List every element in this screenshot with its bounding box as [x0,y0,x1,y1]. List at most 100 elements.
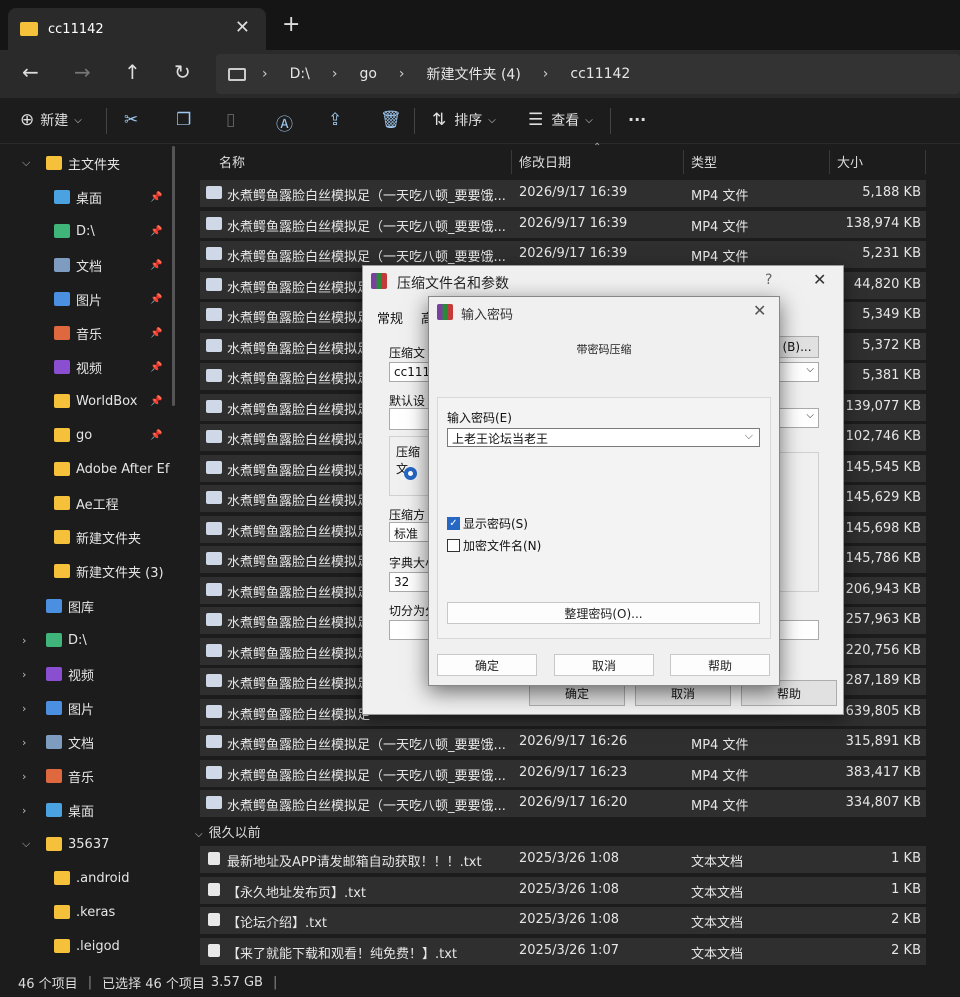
sidebar-item[interactable]: 新建文件夹 [0,523,172,551]
chevron-down-icon[interactable]: ⌵ [745,429,753,443]
sidebar-item[interactable]: 图库 [0,592,172,620]
split-unit-select[interactable] [775,620,819,640]
sidebar-item[interactable]: › 图片 [0,694,172,722]
sidebar-item[interactable]: › 音乐 [0,762,172,790]
sidebar-item[interactable]: › 视频 [0,660,172,688]
browse-button[interactable]: (B)... [775,336,819,358]
close-tab-icon[interactable]: ✕ [235,17,250,38]
sidebar-item[interactable]: 文档 📌 [0,251,172,279]
sidebar-item[interactable]: Adobe After Ef [0,455,172,483]
breadcrumb-cc11142[interactable]: cc11142 [570,66,630,82]
view-button[interactable]: ☰ 查看 ⌵ [528,110,593,130]
file-row[interactable]: 水煮鳄鱼露脸白丝模拟足（一天吃八顿_要要饿... 2026/9/17 16:39 M… [200,241,926,268]
paste-icon[interactable]: ▯ [226,110,235,130]
organize-passwords-button[interactable]: 整理密码(O)... [447,602,760,624]
sidebar-item-label: 音乐 [76,327,103,343]
breadcrumb-new-folder-4[interactable]: 新建文件夹 (4) [427,64,521,84]
chevron-right-icon[interactable]: › [22,770,26,783]
sidebar-scrollbar[interactable] [172,146,175,406]
sidebar-item[interactable]: › 桌面 [0,796,172,824]
sidebar-item[interactable]: 新建文件夹 (3) [0,557,172,585]
dictionary-select[interactable]: 32 [389,572,429,592]
share-icon[interactable]: ⇪ [328,110,342,130]
file-row[interactable]: 水煮鳄鱼露脸白丝模拟足（一天吃八顿_要要饿... 2026/9/17 16:26 M… [200,729,926,756]
video-file-icon [206,186,222,199]
profile-select[interactable]: ⌵ [775,408,819,428]
column-header-type[interactable]: 类型 [691,146,717,176]
sidebar-item[interactable]: › D:\ [0,626,172,654]
column-header-size[interactable]: 大小 [837,146,863,176]
file-row[interactable]: 水煮鳄鱼露脸白丝模拟足（一天吃八顿_要要饿... 2026/9/17 16:23 M… [200,759,926,787]
tab-title: cc11142 [48,21,104,37]
ok-button[interactable]: 确定 [437,654,537,676]
sidebar-item[interactable]: D:\ 📌 [0,217,172,245]
chevron-down-icon[interactable]: ⌵ [22,156,30,170]
split-select[interactable] [389,620,429,640]
tab-general[interactable]: 常规 [377,308,403,327]
password-input[interactable]: 上老王论坛当老王 ⌵ [447,428,760,447]
sidebar-item[interactable]: ⌵ 35637 [0,830,172,858]
delete-icon[interactable]: 🗑 [380,110,402,130]
up-button[interactable]: ↑ [124,60,141,84]
sidebar-item[interactable]: Ae工程 [0,489,172,517]
encrypt-filenames-checkbox[interactable]: 加密文件名(N) [447,537,541,554]
gallery-icon [46,599,62,613]
close-icon[interactable]: ✕ [813,270,826,289]
archive-name-input[interactable]: cc1114 [389,362,438,382]
more-options-button[interactable]: ··· [628,110,646,129]
close-icon[interactable]: ✕ [753,301,766,320]
profiles-button[interactable] [389,408,429,430]
tab-cc11142[interactable]: cc11142 ✕ [8,8,266,50]
update-mode-select[interactable]: ⌵ [775,362,819,382]
video-file-icon [206,247,222,260]
sidebar-item[interactable]: 桌面 📌 [0,183,172,211]
chevron-down-icon[interactable]: ⌵ [22,837,30,851]
file-row[interactable]: 水煮鳄鱼露脸白丝模拟足（一天吃八顿_要要饿... 2026/9/17 16:39 M… [200,210,926,238]
group-header[interactable]: ⌵ 很久以前 [195,822,261,841]
file-row[interactable]: 水煮鳄鱼露脸白丝模拟足（一天吃八顿_要要饿... 2026/9/17 16:20 M… [200,790,926,817]
chevron-right-icon[interactable]: › [22,736,26,749]
sidebar-item[interactable]: .android [0,864,172,892]
sidebar-item[interactable]: 音乐 📌 [0,319,172,347]
sidebar-item[interactable]: › 文档 [0,728,172,756]
column-header-name[interactable]: 名称 [219,146,245,176]
sidebar-item[interactable]: .keras [0,898,172,926]
new-tab-button[interactable]: + [282,12,300,37]
plus-circle-icon: ⊕ [20,110,35,130]
file-row[interactable]: 【论坛介绍】.txt 2025/3/26 1:08 文本文档 2 KB [200,907,926,934]
copy-icon[interactable]: ❐ [176,110,191,130]
chevron-right-icon[interactable]: › [22,634,26,647]
back-button[interactable]: ← [22,60,39,84]
breadcrumb-d[interactable]: D:\ [290,66,310,82]
chevron-right-icon[interactable]: › [22,702,26,715]
sidebar-item[interactable]: ⌵ 主文件夹 [0,149,172,177]
sidebar-item[interactable]: 图片 📌 [0,285,172,313]
rename-icon[interactable]: Ⓐ [276,110,293,135]
desktop-icon [54,190,70,204]
rar-format-radio[interactable] [404,467,417,480]
sidebar-item[interactable]: WorldBox 📌 [0,387,172,415]
cut-icon[interactable]: ✂ [124,110,138,130]
show-password-checkbox[interactable]: ✓ 显示密码(S) [447,515,528,532]
video-file-icon [206,796,222,809]
help-icon[interactable]: ? [765,272,772,288]
address-bar[interactable]: › D:\ › go › 新建文件夹 (4) › cc11142 [216,54,960,94]
chevron-right-icon[interactable]: › [22,668,26,681]
file-row[interactable]: 最新地址及APP请发邮箱自动获取！！！.txt 2025/3/26 1:08 文本文… [200,846,926,873]
sidebar-item[interactable]: 视频 📌 [0,353,172,381]
sidebar-item[interactable]: .leigod [0,932,172,960]
help-button[interactable]: 帮助 [670,654,770,676]
sort-button[interactable]: ⇅ 排序 ⌵ [432,110,496,130]
file-row[interactable]: 【永久地址发布页】.txt 2025/3/26 1:08 文本文档 1 KB [200,876,926,904]
sidebar-item[interactable]: go 📌 [0,421,172,449]
chevron-right-icon[interactable]: › [22,804,26,817]
column-header-date[interactable]: 修改日期 [519,146,571,176]
forward-button[interactable]: → [74,60,91,84]
refresh-button[interactable]: ↻ [174,60,191,84]
cancel-button[interactable]: 取消 [554,654,654,676]
breadcrumb-go[interactable]: go [359,66,376,82]
file-row[interactable]: 水煮鳄鱼露脸白丝模拟足（一天吃八顿_要要饿... 2026/9/17 16:39 M… [200,180,926,207]
file-row[interactable]: 【来了就能下载和观看！纯免费！】.txt 2025/3/26 1:07 文本文档 2 … [200,937,926,965]
method-select[interactable]: 标准 [389,522,429,542]
new-button[interactable]: ⊕ 新建 ⌵ [20,110,82,130]
